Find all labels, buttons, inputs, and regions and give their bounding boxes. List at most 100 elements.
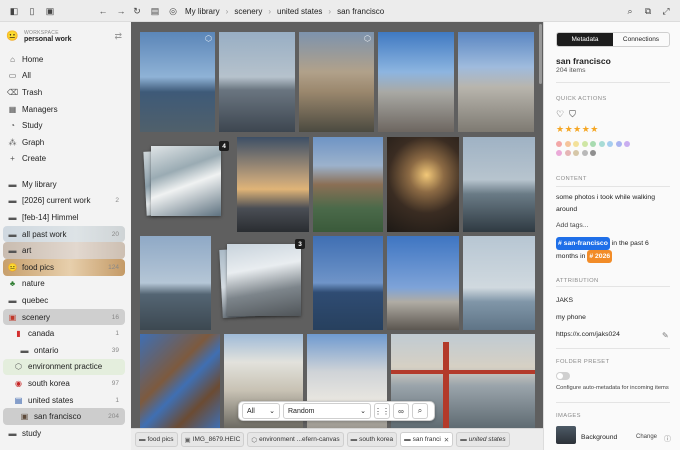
photo-tile[interactable] [313, 137, 383, 232]
change-background-button[interactable]: Change [636, 434, 657, 440]
library-item-united-states[interactable]: ▤ united states 1 [3, 392, 125, 409]
nav-all[interactable]: ▭ All [3, 68, 125, 85]
refresh-icon[interactable]: ↻ [129, 3, 145, 19]
nav-study[interactable]: ◔ Study [3, 117, 125, 134]
info-icon[interactable]: ⓘ [664, 434, 671, 444]
photo-tile[interactable]: ⬡ [140, 32, 215, 132]
shield-icon[interactable]: ⛉ [569, 109, 576, 120]
color-swatch[interactable] [573, 149, 579, 156]
heart-icon[interactable]: ♡ [556, 109, 564, 120]
forward-arrow-icon[interactable]: → [113, 3, 129, 19]
tab-food-pics[interactable]: ▬ food pics [135, 432, 178, 447]
photo-stack[interactable] [151, 146, 221, 216]
tab-connections[interactable]: Connections [613, 33, 669, 46]
library-item-canada[interactable]: ▮ canada 1 [3, 325, 125, 342]
tab-united-states[interactable]: ▬ united states [456, 432, 510, 447]
sidebar-toggle-icon[interactable]: ◧ [6, 3, 22, 19]
breadcrumb-scenery[interactable]: scenery [230, 5, 266, 18]
panel-toggle-icon[interactable]: ▯ [24, 3, 40, 19]
tab-metadata[interactable]: Metadata [557, 33, 613, 46]
zoom-search-icon[interactable]: ⌕ [412, 403, 428, 419]
folder-preset-toggle[interactable] [556, 372, 570, 380]
photo-tile[interactable] [237, 137, 309, 232]
library-item-study[interactable]: ▬ study [3, 425, 125, 442]
nav-trash[interactable]: ⌫ Trash [3, 84, 125, 101]
photo-tile[interactable]: ⬡ [299, 32, 374, 132]
nav-graph[interactable]: ⁂ Graph [3, 134, 125, 151]
tab-san-francisco[interactable]: ▬ san franci ✕ [400, 432, 454, 447]
nav-managers[interactable]: ▦ Managers [3, 101, 125, 118]
sort-select[interactable]: Random ⌄ [283, 403, 371, 419]
color-swatch[interactable] [581, 141, 588, 147]
photo-tile[interactable] [219, 32, 295, 132]
tag-2026[interactable]: # 2026 [587, 250, 613, 263]
library-item-current-work[interactable]: ▬ [2026] current work 2 [3, 193, 125, 210]
color-swatch[interactable] [590, 141, 596, 147]
window-icon[interactable]: ▤ [147, 3, 163, 19]
library-item-himmel[interactable]: ▬ [feb-14] Himmel [3, 209, 125, 226]
attribution-author[interactable]: JAKS [556, 297, 573, 304]
photo-tile[interactable] [463, 236, 535, 330]
color-swatch[interactable] [607, 141, 613, 147]
library-item-my-library[interactable]: ▬ My library [3, 176, 125, 193]
photo-tile[interactable] [458, 32, 534, 132]
calendar-icon[interactable]: ▣ [42, 3, 58, 19]
adjust-icon[interactable]: ⋮⋮ [374, 403, 390, 419]
color-swatch[interactable] [624, 141, 630, 147]
library-item-quebec[interactable]: ▬ quebec [3, 292, 125, 309]
color-swatch[interactable] [598, 141, 605, 147]
breadcrumb-united-states[interactable]: united states [273, 5, 326, 18]
library-item-ontario[interactable]: ▬ ontario 39 [3, 342, 125, 359]
item-count: 204 [108, 413, 119, 421]
back-arrow-icon[interactable]: ← [95, 3, 111, 19]
tab-environment-canvas[interactable]: ⬡ environment ...efern-canvas [247, 432, 344, 447]
library-item-san-francisco[interactable]: ▣ san francisco 204 [3, 408, 125, 425]
grid-scrollbar[interactable] [539, 24, 542, 84]
color-swatch[interactable] [556, 141, 562, 147]
nav-create[interactable]: + Create [3, 151, 125, 168]
color-swatch[interactable] [615, 141, 622, 147]
photo-tile[interactable] [387, 236, 459, 330]
color-swatch[interactable] [564, 149, 571, 156]
photo-tile[interactable] [140, 334, 220, 428]
nav-home[interactable]: ⌂ Home [3, 51, 125, 68]
photo-tile[interactable] [387, 137, 459, 232]
color-swatch[interactable] [573, 141, 579, 147]
edit-icon[interactable]: ✎ [662, 331, 669, 340]
photo-tile[interactable] [378, 32, 454, 132]
content-description[interactable]: some photos i took while walking around [556, 192, 672, 216]
scope-select[interactable]: All ⌄ [242, 403, 280, 419]
photo-stack[interactable] [227, 244, 301, 316]
photo-tile[interactable] [463, 137, 535, 232]
attribution-device[interactable]: my phone [556, 314, 586, 321]
globe-icon[interactable]: ◎ [165, 3, 181, 19]
library-item-south-korea[interactable]: ◉ south korea 97 [3, 375, 125, 392]
library-item-all-past-work[interactable]: ▬ all past work 20 [3, 225, 125, 243]
library-item-scenery[interactable]: ▣ scenery 16 [3, 308, 125, 326]
color-swatch[interactable] [564, 141, 571, 147]
search-icon[interactable]: ⌕ [622, 3, 638, 19]
attribution-link[interactable]: https://x.com/jaks024 [556, 331, 620, 338]
library-item-art[interactable]: ▬ art [3, 242, 125, 259]
library-item-food-pics[interactable]: 😐 food pics 124 [3, 258, 125, 276]
photo-tile[interactable] [313, 236, 383, 330]
tab-south-korea[interactable]: ▬ south korea [346, 432, 398, 447]
breadcrumb-san-francisco[interactable]: san francisco [333, 5, 388, 18]
breadcrumb-my-library[interactable]: My library [181, 5, 224, 18]
fullscreen-icon[interactable]: ⤢ [658, 3, 674, 19]
workspace-switcher[interactable]: 😐 WORKSPACE personal work ⇄ [6, 26, 124, 46]
library-item-nature[interactable]: ♣ nature [3, 276, 125, 293]
photo-tile[interactable] [140, 236, 211, 330]
color-swatch[interactable] [556, 149, 562, 156]
library-item-environment-practice[interactable]: ⬡ environment practice [3, 358, 125, 376]
add-tags-input[interactable]: Add tags... [556, 222, 589, 229]
color-swatch[interactable] [581, 149, 588, 156]
tag-san-francisco[interactable]: # san-francisco [556, 237, 610, 250]
close-icon[interactable]: ✕ [444, 436, 449, 444]
rating-stars[interactable]: ★★★★★ [556, 124, 599, 135]
swap-icon[interactable]: ⇄ [114, 31, 122, 42]
color-swatch[interactable] [590, 149, 596, 156]
open-external-icon[interactable]: ⧉ [640, 3, 656, 19]
tab-img-8679[interactable]: ▣ IMG_8679.HEIC [180, 432, 245, 447]
infinite-scroll-icon[interactable]: ∞ [393, 403, 409, 419]
